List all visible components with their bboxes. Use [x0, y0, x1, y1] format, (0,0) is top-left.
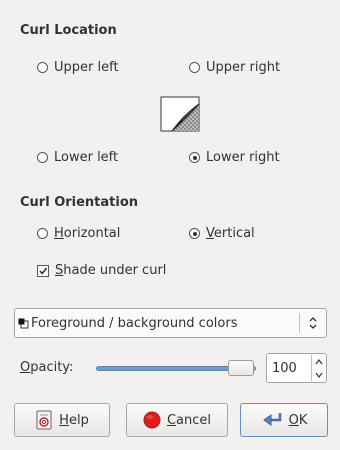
curl-location-title: Curl Location — [20, 23, 117, 38]
cancel-icon — [143, 411, 161, 429]
opacity-spinbutton[interactable]: 100 — [266, 353, 327, 383]
ok-return-icon — [262, 413, 281, 426]
combo-separator — [299, 313, 300, 333]
cancel-button[interactable]: Cancel — [126, 403, 228, 437]
radio-vertical-label: Vertical — [206, 226, 255, 241]
radio-horizontal[interactable]: Horizontal — [37, 226, 120, 241]
radio-vertical[interactable]: Vertical — [189, 226, 255, 241]
shade-under-curl-checkbox-box[interactable] — [37, 264, 49, 277]
opacity-slider-handle[interactable] — [228, 360, 254, 376]
radio-horizontal-label-rest: orizontal — [63, 226, 121, 241]
ok-button[interactable]: OK — [240, 403, 328, 437]
ok-button-label: OK — [289, 413, 308, 428]
opacity-label-rest: pacity: — [30, 360, 74, 375]
shade-label-rest: hade under curl — [63, 263, 167, 278]
radio-vertical-mnemonic: V — [206, 226, 214, 241]
gradient-combo-value: Foreground / background colors — [31, 315, 238, 331]
opacity-value[interactable]: 100 — [267, 361, 311, 376]
radio-vertical-indicator[interactable] — [189, 228, 200, 239]
radio-lower-right-label: Lower right — [206, 150, 280, 165]
help-button[interactable]: Help — [14, 403, 110, 437]
radio-horizontal-mnemonic: H — [54, 226, 64, 241]
gradient-combo[interactable]: Foreground / background colors — [14, 308, 327, 338]
shade-under-curl-label: Shade under curl — [55, 263, 166, 278]
curl-preview-icon — [160, 96, 200, 132]
help-mnemonic: H — [59, 412, 69, 428]
cancel-label-rest: ancel — [176, 412, 212, 428]
shade-under-curl-checkbox[interactable]: Shade under curl — [37, 263, 166, 278]
radio-upper-right-label: Upper right — [206, 60, 281, 75]
radio-lower-right[interactable]: Lower right — [189, 150, 280, 165]
radio-lower-left[interactable]: Lower left — [37, 150, 118, 165]
checkmark-icon — [39, 267, 48, 275]
radio-upper-left[interactable]: Upper left — [37, 60, 119, 75]
radio-upper-left-indicator[interactable] — [37, 62, 48, 73]
gradient-combo-label: Foreground / background colors — [18, 316, 299, 331]
help-icon — [36, 410, 52, 430]
curl-orientation-title: Curl Orientation — [20, 195, 139, 210]
spin-up-arrow-icon[interactable] — [314, 358, 324, 366]
radio-horizontal-indicator[interactable] — [37, 228, 48, 239]
combo-updown-arrow-icon[interactable] — [306, 314, 320, 332]
radio-lower-right-indicator[interactable] — [189, 152, 200, 163]
opacity-spin-buttons[interactable] — [311, 355, 326, 381]
radio-horizontal-label: Horizontal — [54, 226, 120, 241]
ok-label-rest: K — [298, 412, 308, 428]
radio-lower-left-label: Lower left — [54, 150, 119, 165]
fg-bg-colors-icon — [18, 318, 29, 328]
radio-upper-right[interactable]: Upper right — [189, 60, 280, 75]
cancel-button-label: Cancel — [167, 413, 211, 428]
spin-down-arrow-icon[interactable] — [314, 371, 324, 379]
radio-upper-right-indicator[interactable] — [189, 62, 200, 73]
ok-mnemonic: O — [288, 412, 299, 428]
radio-vertical-label-rest: ertical — [213, 226, 255, 241]
radio-upper-left-label: Upper left — [54, 60, 119, 75]
help-label-rest: elp — [68, 412, 89, 428]
cancel-mnemonic: C — [166, 412, 177, 428]
radio-lower-left-indicator[interactable] — [37, 152, 48, 163]
opacity-label: Opacity: — [20, 360, 73, 375]
help-button-label: Help — [59, 413, 89, 428]
opacity-mnemonic: O — [20, 360, 31, 375]
